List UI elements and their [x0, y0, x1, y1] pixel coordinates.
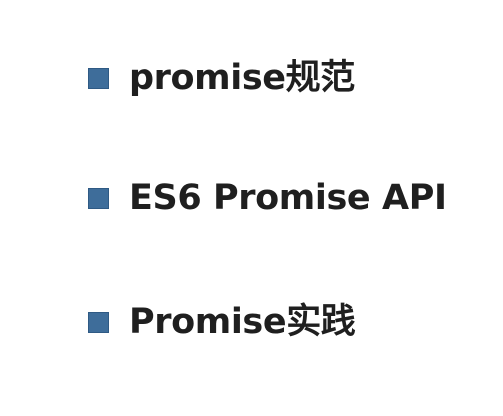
- bullet-item-promise-practice: Promise实践: [88, 300, 356, 344]
- slide-content: promise规范 ES6 Promise API Promise实践: [0, 0, 503, 416]
- bullet-text: ES6 Promise API: [129, 177, 447, 218]
- bullet-text: promise规范: [129, 57, 355, 98]
- square-bullet-icon: [88, 67, 109, 89]
- bullet-text: Promise实践: [129, 301, 356, 342]
- square-bullet-icon: [88, 187, 109, 209]
- bullet-item-es6-promise-api: ES6 Promise API: [88, 176, 447, 220]
- square-bullet-icon: [88, 311, 109, 333]
- bullet-item-promise-spec: promise规范: [88, 56, 355, 100]
